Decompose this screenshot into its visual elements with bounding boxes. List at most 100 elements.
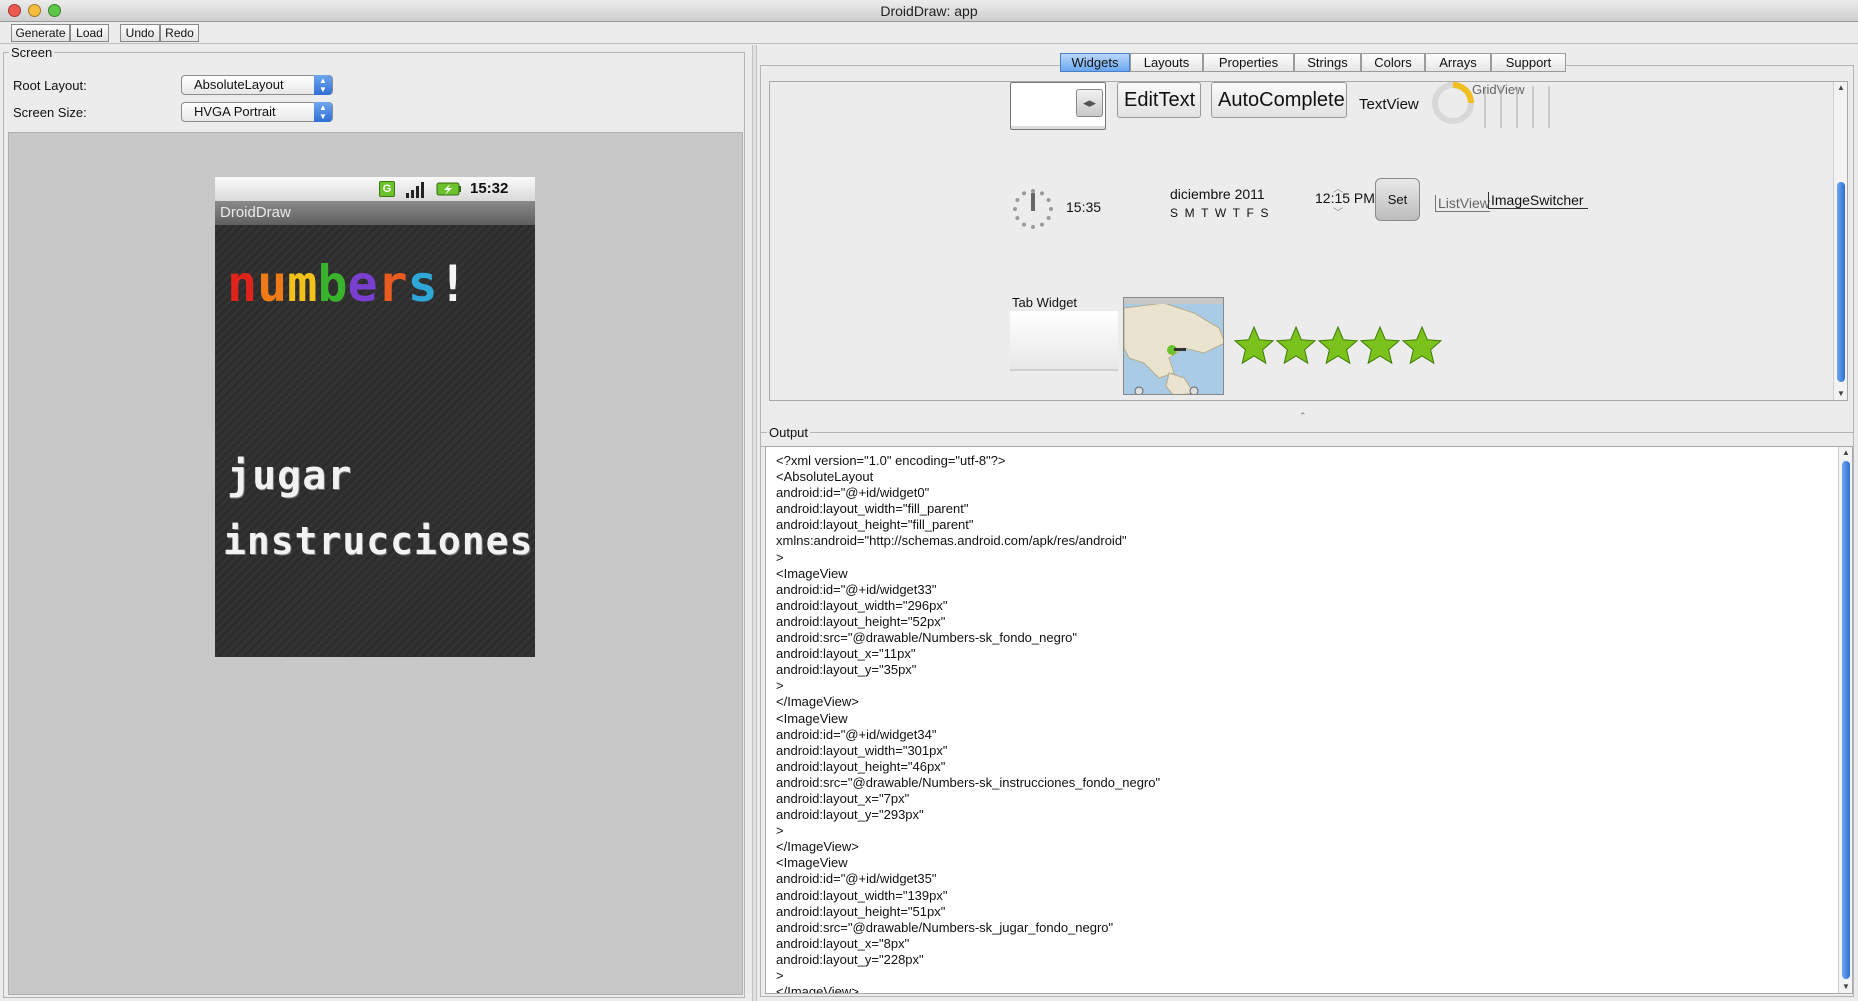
output-line: android:layout_width="fill_parent": [776, 501, 969, 517]
output-line: </ImageView>: [776, 984, 859, 994]
output-line: >: [776, 968, 784, 983]
clock-tick: [1049, 207, 1053, 211]
root-layout-label: Root Layout:: [13, 78, 87, 93]
datepicker-month[interactable]: diciembre 2011: [1170, 186, 1265, 202]
imageswitcher-widget[interactable]: ImageSwitcher: [1488, 192, 1588, 209]
star-icon: [1275, 325, 1317, 365]
autocomplete-widget[interactable]: AutoComplete: [1211, 82, 1347, 118]
scroll-down-icon[interactable]: ▼: [1839, 981, 1852, 993]
set-button[interactable]: Set: [1375, 178, 1420, 221]
logo-letter: s: [407, 255, 438, 313]
output-line: android:layout_height="51px": [776, 903, 946, 919]
load-button[interactable]: Load: [70, 24, 109, 42]
output-line: </ImageView>: [776, 694, 859, 710]
output-line: xmlns:android="http://schemas.android.co…: [776, 533, 1127, 549]
output-line: <?xml version="1.0" encoding="utf-8"?>: [776, 453, 1006, 468]
output-line: <ImageView: [776, 855, 848, 871]
output-line: android:layout_x="11px": [776, 646, 916, 662]
scroll-up-icon[interactable]: ▲: [1839, 447, 1852, 459]
window-titlebar: DroidDraw: app: [0, 0, 1858, 22]
datepicker-weekdays: S M T W T F S: [1170, 206, 1269, 220]
output-line: android:layout_y="35px": [776, 662, 917, 678]
tab-layouts[interactable]: Layouts: [1130, 53, 1203, 72]
timepicker-value: 12:15 PM: [1315, 190, 1375, 206]
output-line: android:src="@drawable/Numbers-sk_jugar_…: [776, 919, 1114, 935]
output-line: android:layout_y="293px": [776, 807, 924, 823]
scroll-thumb[interactable]: [1842, 461, 1850, 979]
digital-clock-widget[interactable]: 15:35: [1066, 199, 1101, 215]
tab-colors[interactable]: Colors: [1361, 53, 1425, 72]
star-icon: [1233, 325, 1275, 365]
output-xml: <?xml version="1.0" encoding="utf-8"?> <A…: [776, 453, 1161, 994]
output-line: android:layout_height="52px": [776, 613, 946, 629]
tab-widgets[interactable]: Widgets: [1060, 53, 1130, 72]
screen-pane: Screen Root Layout: AbsoluteLayout ▲ ▼ Sc…: [0, 45, 750, 1001]
split-grip-icon[interactable]: ⌃: [1299, 411, 1307, 422]
star-icon: [1401, 325, 1443, 365]
toolbar: Generate Load Undo Redo: [0, 22, 1858, 44]
output-textarea[interactable]: <?xml version="1.0" encoding="utf-8"?> <A…: [765, 446, 1853, 994]
clock-tick: [1040, 191, 1044, 196]
pane-splitter[interactable]: [752, 45, 757, 1001]
logo-letter: !: [437, 255, 468, 313]
analog-clock-widget[interactable]: [1011, 187, 1055, 231]
logo-letter: u: [257, 255, 288, 313]
root-layout-select[interactable]: AbsoluteLayout ▲ ▼: [181, 75, 333, 95]
clock-tick: [1015, 216, 1020, 220]
output-line: android:layout_height="fill_parent": [776, 517, 974, 533]
scroll-thumb[interactable]: [1837, 182, 1845, 382]
output-line: </ImageView>: [776, 839, 859, 855]
jugar-image[interactable]: jugar: [227, 453, 352, 499]
output-line: android:layout_x="8px": [776, 935, 910, 951]
instrucciones-image[interactable]: instrucciones: [223, 519, 533, 563]
scroll-down-icon[interactable]: ▼: [1834, 388, 1848, 400]
phone-status-bar: G 15:32: [215, 177, 535, 201]
progress-spinner-widget[interactable]: [1430, 82, 1476, 128]
timepicker-widget[interactable]: ︿ 12:15 PM ﹀: [1315, 180, 1375, 219]
screen-size-value: HVGA Portrait: [194, 104, 276, 119]
scroll-up-icon[interactable]: ▲: [1834, 82, 1848, 94]
tab-widget[interactable]: Tab Widget: [1010, 295, 1118, 371]
spinner-widget[interactable]: ◂▸: [1010, 82, 1106, 130]
window-title: DroidDraw: app: [880, 3, 978, 19]
clock-tick: [1013, 207, 1017, 211]
phone-app-title: DroidDraw: [220, 204, 291, 221]
tab-arrays[interactable]: Arrays: [1425, 53, 1491, 72]
generate-button[interactable]: Generate: [11, 24, 70, 42]
undo-button[interactable]: Undo: [120, 24, 160, 42]
output-line: android:id="@+id/widget34": [776, 726, 937, 742]
output-line: android:layout_width="139px": [776, 887, 948, 903]
output-line: android:layout_x="7px": [776, 790, 910, 806]
clock-tick: [1022, 191, 1026, 196]
redo-button[interactable]: Redo: [160, 24, 199, 42]
screen-size-select[interactable]: HVGA Portrait ▲ ▼: [181, 102, 333, 122]
ratingbar-widget[interactable]: [1233, 325, 1453, 367]
tab-strings[interactable]: Strings: [1294, 53, 1361, 72]
edittext-widget[interactable]: EditText: [1117, 82, 1201, 118]
palette-scrollbar[interactable]: ▲ ▼: [1833, 82, 1847, 400]
gprs-icon: G: [379, 181, 395, 197]
listview-widget[interactable]: ListView: [1435, 195, 1490, 212]
clock-tick: [1022, 222, 1026, 227]
clock-tick: [1046, 216, 1051, 220]
chevron-down-icon[interactable]: ﹀: [1333, 204, 1343, 219]
palette-pane: Widgets Layouts Properties Strings Color…: [758, 45, 1858, 1001]
output-scrollbar[interactable]: ▲ ▼: [1838, 447, 1852, 993]
output-line: android:id="@+id/widget35": [776, 871, 937, 887]
numbers-logo-image[interactable]: numbers!: [227, 255, 523, 315]
output-line: android:src="@drawable/Numbers-sk_instru…: [776, 774, 1161, 790]
output-line: android:layout_height="46px": [776, 758, 946, 774]
output-legend: Output: [767, 425, 811, 440]
textview-widget[interactable]: TextView: [1359, 96, 1419, 113]
phone-clock: 15:32: [470, 180, 509, 197]
output-line: <ImageView: [776, 710, 848, 726]
phone-app-title-bar: DroidDraw: [215, 201, 535, 225]
star-icon: [1317, 325, 1359, 365]
tab-support[interactable]: Support: [1491, 53, 1566, 72]
output-line: android:layout_width="296px": [776, 597, 948, 613]
clock-tick: [1015, 198, 1020, 202]
clock-tick: [1031, 189, 1035, 193]
tab-properties[interactable]: Properties: [1203, 53, 1294, 72]
mapview-widget[interactable]: [1123, 297, 1224, 395]
phone-preview[interactable]: G 15:32 DroidDraw numbers! jugar instruc…: [215, 177, 535, 657]
